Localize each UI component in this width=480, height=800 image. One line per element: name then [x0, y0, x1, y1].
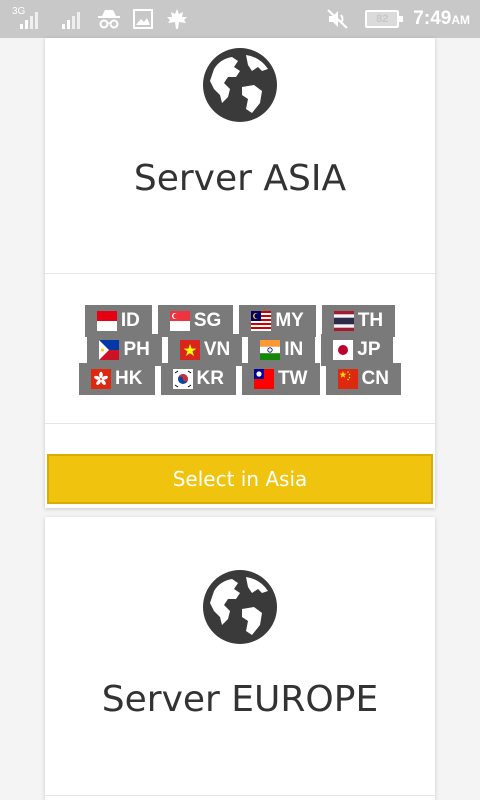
country-chip-tw[interactable]: TW — [241, 362, 320, 395]
chip-row: PH VN IN JP — [45, 333, 435, 366]
country-code: ID — [120, 309, 140, 331]
card-title: Server EUROPE — [101, 679, 379, 720]
mute-icon — [325, 8, 351, 30]
vietnam-flag-icon — [179, 339, 200, 360]
server-card-asia: Server ASIA ID SG MY TH PH VN IN JP HK K… — [45, 38, 435, 508]
image-icon — [130, 8, 156, 30]
globe-icon — [203, 570, 277, 644]
philippines-flag-icon — [99, 339, 120, 360]
card-title: Server ASIA — [133, 158, 347, 199]
chip-row: ID SG MY TH — [45, 304, 435, 337]
signal-icon — [54, 8, 88, 30]
country-chip-hk[interactable]: HK — [79, 362, 155, 395]
server-card-europe: Server EUROPE — [45, 517, 435, 800]
korea-flag-icon — [172, 368, 193, 389]
incognito-icon — [96, 8, 122, 30]
malaysia-flag-icon — [251, 310, 272, 331]
thailand-flag-icon — [333, 310, 354, 331]
chip-row: HK KR TW CN — [45, 362, 435, 395]
country-chips: ID SG MY TH PH VN IN JP HK KR TW CN — [45, 304, 435, 395]
clock-ampm: AM — [451, 13, 470, 27]
country-chip-jp[interactable]: JP — [321, 333, 393, 366]
country-chip-sg[interactable]: SG — [157, 304, 234, 337]
divider — [45, 795, 435, 796]
clock: 7:49AM — [413, 8, 470, 30]
country-chip-th[interactable]: TH — [321, 304, 396, 337]
clock-time: 7:49 — [413, 8, 452, 29]
divider — [45, 423, 435, 424]
select-asia-button[interactable]: Select in Asia — [47, 454, 433, 504]
country-chip-kr[interactable]: KR — [160, 362, 236, 395]
country-chip-my[interactable]: MY — [239, 304, 316, 337]
indonesia-flag-icon — [96, 310, 117, 331]
country-chip-vn[interactable]: VN — [167, 333, 243, 366]
hongkong-flag-icon — [91, 368, 112, 389]
country-chip-in[interactable]: IN — [248, 333, 316, 366]
country-chip-ph[interactable]: PH — [87, 333, 162, 366]
country-code: CN — [361, 367, 389, 389]
taiwan-flag-icon — [253, 368, 274, 389]
india-flag-icon — [260, 339, 281, 360]
country-code: JP — [357, 338, 381, 360]
country-code: MY — [275, 309, 304, 331]
china-flag-icon — [337, 368, 358, 389]
maple-leaf-icon — [164, 8, 190, 30]
country-code: KR — [196, 367, 224, 389]
signal-icon: 3G — [12, 6, 46, 30]
country-code: SG — [193, 309, 222, 331]
country-code: VN — [203, 338, 231, 360]
country-code: IN — [284, 338, 304, 360]
country-code: TW — [277, 367, 308, 389]
battery-level: 82 — [376, 13, 389, 25]
country-chip-cn[interactable]: CN — [325, 362, 401, 395]
singapore-flag-icon — [169, 310, 190, 331]
globe-icon — [203, 48, 277, 122]
japan-flag-icon — [333, 339, 354, 360]
divider — [45, 273, 435, 274]
country-code: HK — [115, 367, 143, 389]
country-code: TH — [357, 309, 384, 331]
battery-icon: 82 — [365, 10, 404, 28]
country-code: PH — [123, 338, 150, 360]
country-chip-id[interactable]: ID — [84, 304, 152, 337]
status-bar: 3G 82 7:49AM — [0, 0, 480, 38]
